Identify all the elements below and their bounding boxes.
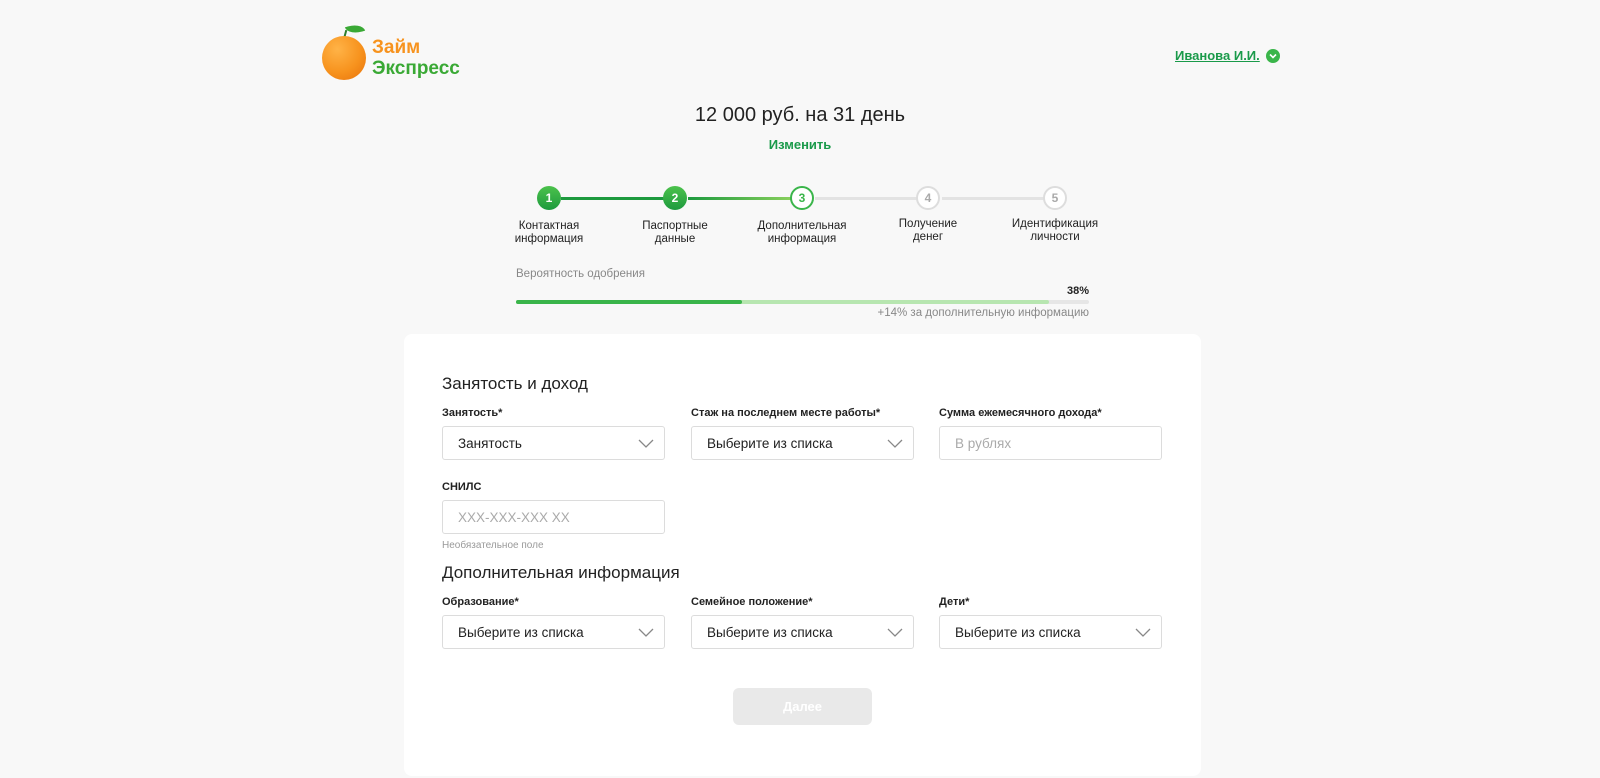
monthly-income-input[interactable]: В рублях xyxy=(939,426,1162,460)
loan-summary: 12 000 руб. на 31 день xyxy=(694,104,906,126)
step-1-label-line2: информация xyxy=(514,233,584,245)
chevron-down-icon xyxy=(638,628,654,637)
step-5-label-line2: личности xyxy=(1030,231,1080,243)
next-button[interactable]: Далее xyxy=(733,688,872,725)
children-label: Дети* xyxy=(939,596,970,608)
chevron-down-icon xyxy=(887,439,903,448)
step-1-circle: 1 xyxy=(537,186,561,210)
education-label: Образование* xyxy=(442,596,519,608)
step-3-label-line1: Дополнительная xyxy=(757,220,847,232)
work-experience-select[interactable]: Выберите из списка xyxy=(691,426,914,460)
snils-placeholder: XXX-XXX-XXX XX xyxy=(458,509,570,525)
snils-input[interactable]: XXX-XXX-XXX XX xyxy=(442,500,665,534)
step-3-label: Дополнительная информация xyxy=(742,220,862,246)
step-2-label: Паспортные данные xyxy=(615,220,735,246)
chevron-down-icon xyxy=(1135,628,1151,637)
step-5-label-line1: Идентификация xyxy=(1011,218,1099,230)
approval-bonus-note: +14% за дополнительную информацию xyxy=(877,307,1090,319)
change-loan-link[interactable]: Изменить xyxy=(0,137,1600,152)
logo-text-line1: Займ xyxy=(372,37,421,58)
step-2-circle: 2 xyxy=(663,186,687,210)
snils-label: СНИЛС xyxy=(442,481,482,493)
step-3-label-line2: информация xyxy=(767,233,837,245)
step-connector-4 xyxy=(942,197,1052,200)
user-menu[interactable]: Иванова И.И. xyxy=(1175,48,1280,63)
step-1-label: Контактная информация xyxy=(489,220,609,246)
employment-label: Занятость* xyxy=(442,407,503,419)
children-select[interactable]: Выберите из списка xyxy=(939,615,1162,649)
step-4-label-line2: денег xyxy=(912,231,944,243)
step-4-label-line1: Получение xyxy=(898,218,958,230)
step-1-label-line1: Контактная xyxy=(518,220,580,232)
additional-section-title: Дополнительная информация xyxy=(442,563,680,582)
approval-current-fill xyxy=(516,300,743,304)
step-2-label-line1: Паспортные xyxy=(642,220,708,232)
step-connector-2 xyxy=(688,197,798,200)
monthly-income-placeholder: В рублях xyxy=(955,435,1012,451)
education-value: Выберите из списка xyxy=(458,624,584,640)
education-select[interactable]: Выберите из списка xyxy=(442,615,665,649)
approval-label: Вероятность одобрения xyxy=(516,268,645,280)
work-experience-label: Стаж на последнем месте работы* xyxy=(691,407,881,419)
approval-percent: 38% xyxy=(1066,285,1089,297)
form-card: Занятость и доход Занятость* Занятость С… xyxy=(404,334,1201,776)
step-connector-1 xyxy=(561,197,671,200)
marital-status-label: Семейное положение* xyxy=(691,596,813,608)
step-3-circle: 3 xyxy=(790,186,814,210)
logo-leaf-icon xyxy=(344,21,366,37)
step-2-label-line2: данные xyxy=(654,233,696,245)
chevron-down-icon[interactable] xyxy=(1265,48,1280,63)
logo-text-line2: Экспресс xyxy=(372,58,460,79)
step-5-label: Идентификация личности xyxy=(995,218,1115,244)
monthly-income-label: Сумма ежемесячного дохода* xyxy=(939,407,1102,419)
marital-status-value: Выберите из списка xyxy=(707,624,833,640)
step-4-label: Получение денег xyxy=(868,218,988,244)
employment-select[interactable]: Занятость xyxy=(442,426,665,460)
progress-stepper: 1 2 3 4 5 Контактная информация Паспортн… xyxy=(0,184,1600,254)
snils-optional-hint: Необязательное поле xyxy=(442,540,544,551)
step-4-circle: 4 xyxy=(916,186,940,210)
work-experience-value: Выберите из списка xyxy=(707,435,833,451)
logo-orange-icon xyxy=(322,36,366,80)
user-name-link[interactable]: Иванова И.И. xyxy=(1175,48,1260,63)
step-connector-3 xyxy=(815,197,925,200)
employment-section-title: Занятость и доход xyxy=(442,374,588,393)
chevron-down-icon xyxy=(887,628,903,637)
employment-value: Занятость xyxy=(458,435,522,451)
chevron-down-icon xyxy=(638,439,654,448)
logo[interactable]: Займ Экспресс xyxy=(322,21,482,82)
marital-status-select[interactable]: Выберите из списка xyxy=(691,615,914,649)
step-5-circle: 5 xyxy=(1043,186,1067,210)
approval-progress-track xyxy=(516,300,1089,304)
approval-probability: Вероятность одобрения 38% +14% за дополн… xyxy=(516,268,1089,319)
children-value: Выберите из списка xyxy=(955,624,1081,640)
